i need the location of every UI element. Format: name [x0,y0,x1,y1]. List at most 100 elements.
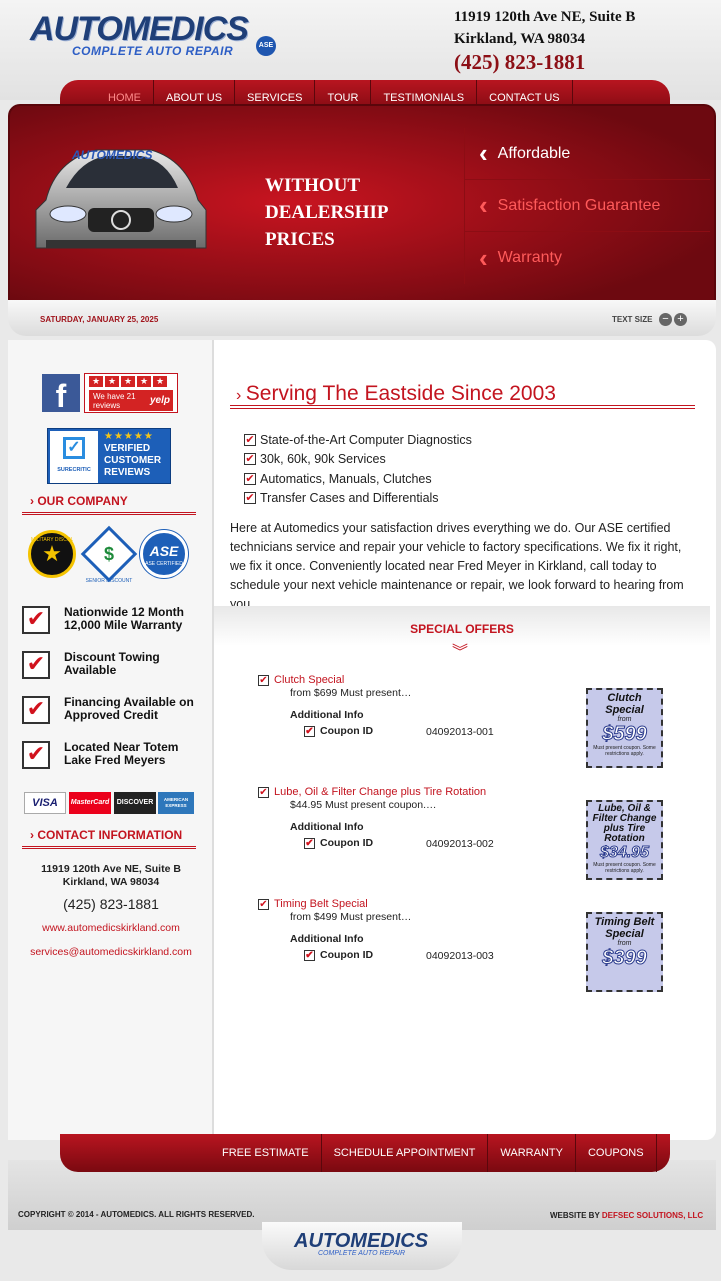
coupon-id-label: ✔ Coupon ID [304,949,373,961]
checkmark-icon: ✔ [258,898,269,910]
surecritic-logo-icon: ✓ SURECRITIC [50,431,98,483]
coupon-from: from [617,940,632,947]
footer-nav-schedule-appointment[interactable]: SCHEDULE APPOINTMENT [322,1134,489,1172]
footer-nav-free-estimate[interactable]: FREE ESTIMATE [210,1134,322,1172]
checkmark-icon: ✔ [258,674,269,686]
mastercard-icon: MasterCard [69,792,111,814]
coupon-price: $599 [602,723,648,746]
yelp-stars-icon: ★ ★ ★ ★ ★ [85,374,177,389]
services-list: ✔ State-of-the-Art Computer Diagnostics ✔… [244,430,472,508]
coupon-image[interactable]: Timing Belt Special from $399 [586,912,663,992]
senior-discount-label: SENIOR DISCOUNT [85,578,133,584]
hero-tagline: WITHOUT DEALERSHIP PRICES [265,172,389,253]
contact-heading-text: CONTACT INFORMATION [37,828,183,842]
coupon-note: Must present coupon. Some restrictions a… [593,862,656,874]
offer-lube-link[interactable]: ✔ Lube, Oil & Filter Change plus Tire Rot… [258,786,486,798]
coupon-title: Lube, Oil & Filter Change plus Tire Rota… [592,803,657,844]
footer-logo-tagline: COMPLETE AUTO REPAIR [318,1250,405,1257]
chevron-down-icon: ︾ [452,644,469,661]
contact-heading: › CONTACT INFORMATION [30,828,182,842]
sidebar-address: 11919 120th Ave NE, Suite B Kirkland, WA… [8,863,214,889]
additional-info-label: Additional Info [290,821,364,833]
feature-warranty: ✔ Nationwide 12 Month 12,000 Mile Warrant… [22,606,202,634]
chevron-left-icon: ‹ [479,138,488,168]
footer-nav-warranty[interactable]: WARRANTY [488,1134,576,1172]
coupon-note: Must present coupon. Some restrictions a… [593,745,656,757]
checkmark-icon: ✔ [304,837,315,849]
our-company-rule [22,512,196,515]
list-item-text: 30k, 60k, 90k Services [260,452,386,467]
hero-tagline-line2: DEALERSHIP [265,202,389,223]
checkmark-icon: ✔ [244,453,256,466]
amex-icon: AMERICAN EXPRESS [158,792,194,814]
coupon-title: Timing Belt Special [594,916,655,940]
coupon-price: $34.95 [600,844,650,862]
yelp-logo: yelp [149,395,170,406]
hero-tab-label: Warranty [497,249,562,266]
checkmark-icon: ✔ [22,606,50,634]
intro-paragraph: Here at Automedics your satisfaction dri… [230,521,684,611]
hero-tagline-line3: PRICES [265,229,335,250]
text-size-label: TEXT SIZE [612,315,653,324]
coupon-id-label-text: Coupon ID [320,725,374,737]
coupon-id-value: 04092013-002 [426,838,494,850]
surecritic-brand: SURECRITIC [57,467,91,473]
checkmark-icon: ✔ [304,725,315,737]
surecritic-reviews: REVIEWS [104,467,151,478]
list-item: ✔ Transfer Cases and Differentials [244,489,472,509]
header-address-line2: Kirkland, WA 98034 [454,31,586,47]
text-size-decrease-icon[interactable]: − [659,313,672,326]
coupon-id-label: ✔ Coupon ID [304,725,373,737]
feature-towing-text: Discount Towing Available [64,650,160,677]
ase-certified-label: ASE CERTIFIED [145,561,183,567]
chevron-left-icon: ‹ [479,242,488,273]
checkmark-icon: ✔ [244,472,256,485]
feature-location: ✔ Located Near Totem Lake Fred Meyers [22,741,202,769]
page-title-text: Serving The Eastside Since 2003 [245,382,556,405]
coupon-id-label-text: Coupon ID [320,949,374,961]
yelp-reviews-badge[interactable]: ★ ★ ★ ★ ★ We have 21 reviews yelp [84,373,178,413]
ase-certified-badge: ASE ASE CERTIFIED [140,530,188,578]
website-credit-prefix: WEBSITE BY [550,1211,600,1220]
sidebar-email-link[interactable]: services@automedicskirkland.com [8,946,214,958]
checkmark-icon: ✔ [258,786,269,798]
feature-financing: ✔ Financing Available on Approved Credit [22,696,202,724]
coupon-image[interactable]: Clutch Special from $599 Must present co… [586,688,663,768]
list-item: ✔ State-of-the-Art Computer Diagnostics [244,430,472,450]
surecritic-stars-icon: ★★★★★ [104,431,154,442]
checkmark-icon: ✔ [22,651,50,679]
header-address: 11919 120th Ave NE, Suite B Kirkland, WA… [454,6,635,50]
offer-clutch-link[interactable]: ✔ Clutch Special [258,674,344,686]
special-offers-heading: SPECIAL OFFERS [410,622,514,636]
feature-location-text: Located Near Totem Lake Fred Meyers [64,740,179,767]
list-item-text: Transfer Cases and Differentials [260,491,439,506]
surecritic-badge[interactable]: ✓ SURECRITIC ★★★★★ VERIFIED CUSTOMER REV… [47,428,171,484]
checkmark-icon: ✔ [22,741,50,769]
footer-nav-coupons[interactable]: COUPONS [576,1134,657,1172]
facebook-icon[interactable]: f [42,374,80,414]
sidebar-phone[interactable]: (425) 823-1881 [8,896,214,912]
hero-tab-label: Affordable [497,144,571,162]
page-title: › Serving The Eastside Since 2003 [236,382,556,406]
chevron-right-icon: › [236,387,246,404]
website-credit-link[interactable]: DEFSEC SOLUTIONS, LLC [602,1211,703,1220]
coupon-image[interactable]: Lube, Oil & Filter Change plus Tire Rota… [586,800,663,880]
hero-tagline-line1: WITHOUT [265,175,361,196]
offer-description: $44.95 Must present coupon.… [290,799,437,811]
coupon-title: Clutch Special [605,692,644,716]
military-discount-label: MILITARY DISCOUNT [31,537,73,543]
header-phone[interactable]: (425) 823-1881 [454,50,585,75]
hero-tabs: ‹ Affordable ‹ Satisfaction Guarantee ‹ War… [464,128,710,284]
text-size-increase-icon[interactable]: + [674,313,687,326]
hero-tab-warranty[interactable]: ‹ Warranty [464,232,710,284]
header-address-line1: 11919 120th Ave NE, Suite B [454,9,636,25]
our-company-heading-text: OUR COMPANY [37,494,128,508]
sidebar-website-link[interactable]: www.automedicskirkland.com [8,922,214,934]
list-item: ✔ 30k, 60k, 90k Services [244,450,472,470]
hero-tab-affordable[interactable]: ‹ Affordable [464,128,710,180]
offer-timing-belt-link[interactable]: ✔ Timing Belt Special [258,898,368,910]
chevron-left-icon: ‹ [479,190,488,220]
checkmark-icon: ✔ [304,949,315,961]
hero-tab-satisfaction[interactable]: ‹ Satisfaction Guarantee [464,180,710,232]
list-item: ✔ Automatics, Manuals, Clutches [244,469,472,489]
